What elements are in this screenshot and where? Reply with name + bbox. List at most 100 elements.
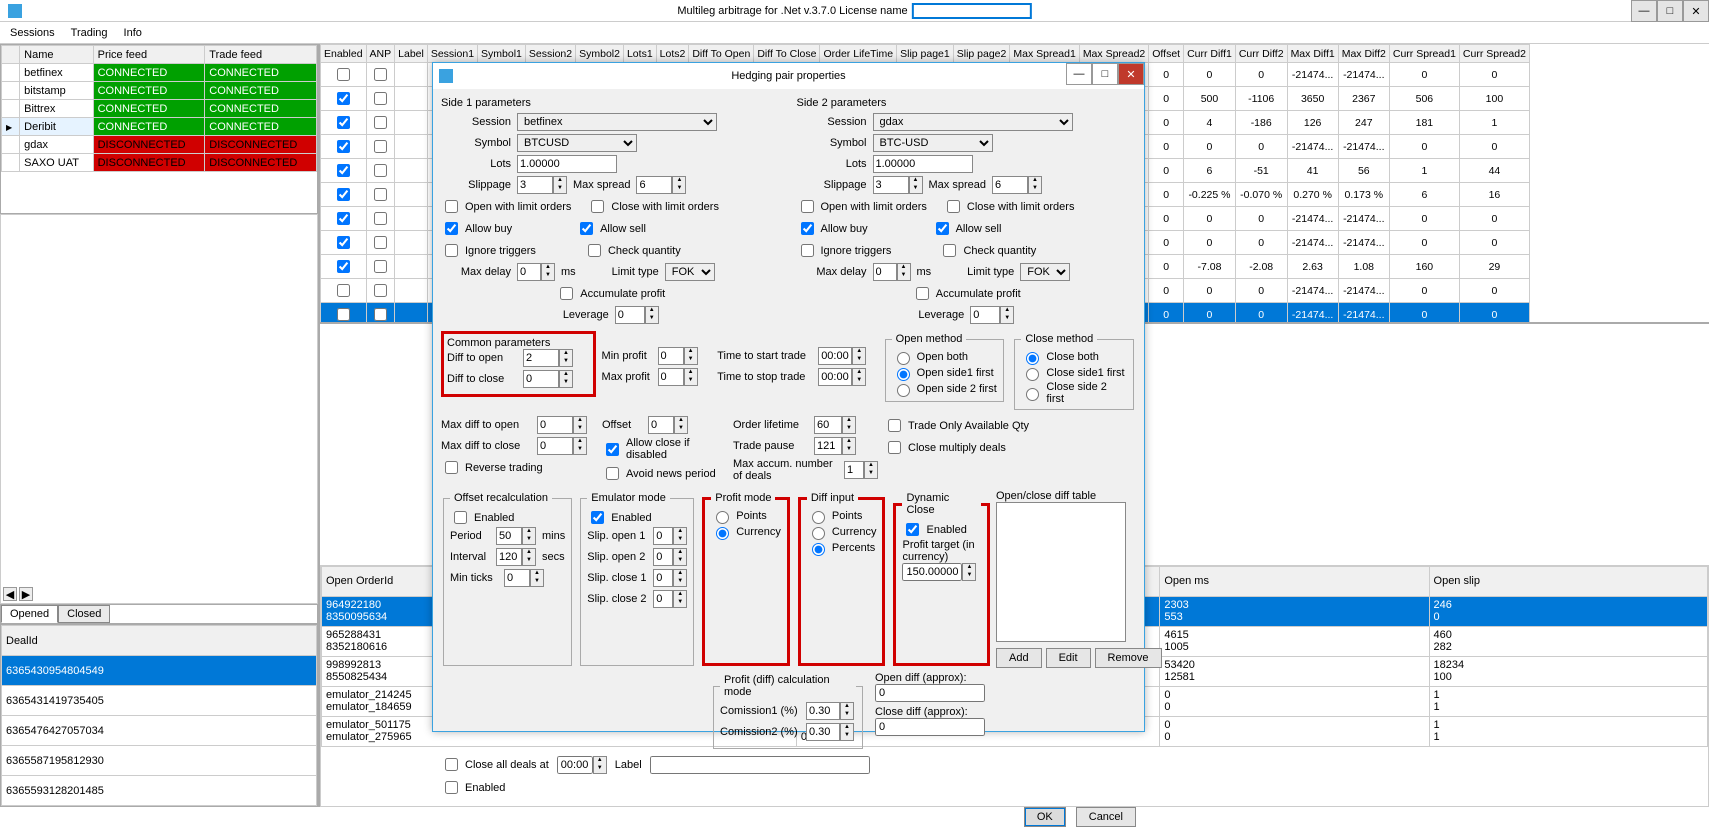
menu-trading[interactable]: Trading bbox=[71, 27, 108, 39]
row-enabled[interactable] bbox=[337, 140, 350, 153]
row-anp[interactable] bbox=[374, 140, 387, 153]
ok-button[interactable]: OK bbox=[1024, 807, 1066, 827]
avoid-news[interactable] bbox=[606, 467, 619, 480]
close-s1[interactable] bbox=[1026, 368, 1039, 381]
s2-maxspread[interactable] bbox=[992, 176, 1028, 194]
s1-accum-profit[interactable] bbox=[560, 287, 573, 300]
scroll-right-icon[interactable]: ▶ bbox=[19, 587, 33, 601]
row-anp[interactable] bbox=[374, 164, 387, 177]
s2-check-qty[interactable] bbox=[943, 244, 956, 257]
s2-close-limit[interactable] bbox=[947, 200, 960, 213]
di-currency[interactable] bbox=[812, 527, 825, 540]
trade-pause[interactable] bbox=[814, 437, 842, 455]
open-both[interactable] bbox=[897, 352, 910, 365]
slip-open2[interactable] bbox=[653, 548, 673, 566]
s2-allow-sell[interactable] bbox=[936, 222, 949, 235]
session-row[interactable]: gdaxDISCONNECTEDDISCONNECTED bbox=[2, 136, 317, 154]
deal-row[interactable]: 6365476427057034 bbox=[2, 716, 317, 746]
slip-open1[interactable] bbox=[653, 527, 673, 545]
row-enabled[interactable] bbox=[337, 236, 350, 249]
s2-lots[interactable] bbox=[873, 155, 973, 173]
close-all-deals[interactable] bbox=[445, 758, 458, 771]
deal-row[interactable]: 6365431419735405 bbox=[2, 686, 317, 716]
close-multiply[interactable] bbox=[888, 441, 901, 454]
row-enabled[interactable] bbox=[337, 92, 350, 105]
row-anp[interactable] bbox=[374, 284, 387, 297]
open-diff-approx[interactable] bbox=[875, 684, 985, 702]
session-row[interactable]: bitstampCONNECTEDCONNECTED bbox=[2, 82, 317, 100]
reverse-trading[interactable] bbox=[445, 461, 458, 474]
slip-close2[interactable] bbox=[653, 590, 673, 608]
s1-allow-buy[interactable] bbox=[445, 222, 458, 235]
max-diff-open[interactable] bbox=[537, 416, 573, 434]
time-stop[interactable] bbox=[818, 368, 852, 386]
close-diff-approx[interactable] bbox=[875, 718, 985, 736]
row-anp[interactable] bbox=[374, 308, 387, 321]
trade-only-qty[interactable] bbox=[888, 419, 901, 432]
comission1[interactable] bbox=[806, 702, 840, 720]
row-anp[interactable] bbox=[374, 212, 387, 225]
dc-enabled[interactable] bbox=[906, 523, 919, 536]
row-enabled[interactable] bbox=[337, 68, 350, 81]
max-profit[interactable] bbox=[658, 368, 684, 386]
max-accum[interactable] bbox=[844, 461, 864, 479]
s2-session[interactable]: gdax bbox=[873, 113, 1073, 131]
row-enabled[interactable] bbox=[337, 164, 350, 177]
diff-to-close[interactable] bbox=[523, 370, 559, 388]
di-percents[interactable] bbox=[812, 543, 825, 556]
min-ticks[interactable] bbox=[504, 569, 530, 587]
s2-accum-profit[interactable] bbox=[916, 287, 929, 300]
diff-to-open[interactable] bbox=[523, 349, 559, 367]
oc-table[interactable] bbox=[996, 502, 1126, 642]
open-s1[interactable] bbox=[897, 368, 910, 381]
pm-currency[interactable] bbox=[716, 527, 729, 540]
time-start[interactable] bbox=[818, 347, 852, 365]
deals-grid[interactable]: DealId 636543095480454963654314197354056… bbox=[0, 624, 318, 807]
row-enabled[interactable] bbox=[337, 308, 350, 321]
s1-close-limit[interactable] bbox=[591, 200, 604, 213]
s1-ignore-triggers[interactable] bbox=[445, 244, 458, 257]
s1-open-limit[interactable] bbox=[445, 200, 458, 213]
di-points[interactable] bbox=[812, 511, 825, 524]
min-profit[interactable] bbox=[658, 347, 684, 365]
row-enabled[interactable] bbox=[337, 260, 350, 273]
open-s2[interactable] bbox=[897, 384, 910, 397]
label-input[interactable] bbox=[650, 756, 870, 774]
deal-row[interactable]: 6365430954804549 bbox=[2, 656, 317, 686]
row-enabled[interactable] bbox=[337, 212, 350, 225]
s2-leverage[interactable] bbox=[970, 306, 1000, 324]
allow-close-disabled[interactable] bbox=[606, 443, 619, 456]
add-button[interactable]: Add bbox=[996, 648, 1042, 668]
offset-input[interactable] bbox=[648, 416, 674, 434]
deal-row[interactable]: 6365587195812930 bbox=[2, 746, 317, 776]
remove-button[interactable]: Remove bbox=[1095, 648, 1162, 668]
cancel-button[interactable]: Cancel bbox=[1076, 807, 1136, 827]
close-s2[interactable] bbox=[1026, 388, 1039, 401]
row-enabled[interactable] bbox=[337, 284, 350, 297]
deal-row[interactable]: 6365593128201485 bbox=[2, 776, 317, 806]
slip-close1[interactable] bbox=[653, 569, 673, 587]
s1-allow-sell[interactable] bbox=[580, 222, 593, 235]
menu-info[interactable]: Info bbox=[124, 27, 142, 39]
session-row[interactable]: DeribitCONNECTEDCONNECTED bbox=[2, 118, 317, 136]
session-row[interactable]: BittrexCONNECTEDCONNECTED bbox=[2, 100, 317, 118]
s2-ignore-triggers[interactable] bbox=[801, 244, 814, 257]
row-enabled[interactable] bbox=[337, 188, 350, 201]
s1-slippage[interactable] bbox=[517, 176, 553, 194]
dialog-maximize[interactable]: □ bbox=[1092, 63, 1118, 85]
order-lifetime[interactable] bbox=[814, 416, 842, 434]
s1-maxspread[interactable] bbox=[636, 176, 672, 194]
row-anp[interactable] bbox=[374, 68, 387, 81]
sessions-grid[interactable]: Name Price feed Trade feed betfinexCONNE… bbox=[0, 44, 318, 214]
s1-check-qty[interactable] bbox=[588, 244, 601, 257]
minimize-button[interactable]: — bbox=[1631, 0, 1657, 22]
s1-leverage[interactable] bbox=[615, 306, 645, 324]
dialog-close[interactable]: ✕ bbox=[1118, 63, 1144, 85]
profit-target[interactable] bbox=[902, 563, 962, 581]
tab-opened[interactable]: Opened bbox=[1, 605, 58, 623]
tab-closed[interactable]: Closed bbox=[58, 605, 110, 623]
s2-symbol[interactable]: BTC-USD bbox=[873, 134, 993, 152]
row-anp[interactable] bbox=[374, 92, 387, 105]
max-diff-close[interactable] bbox=[537, 437, 573, 455]
row-anp[interactable] bbox=[374, 116, 387, 129]
